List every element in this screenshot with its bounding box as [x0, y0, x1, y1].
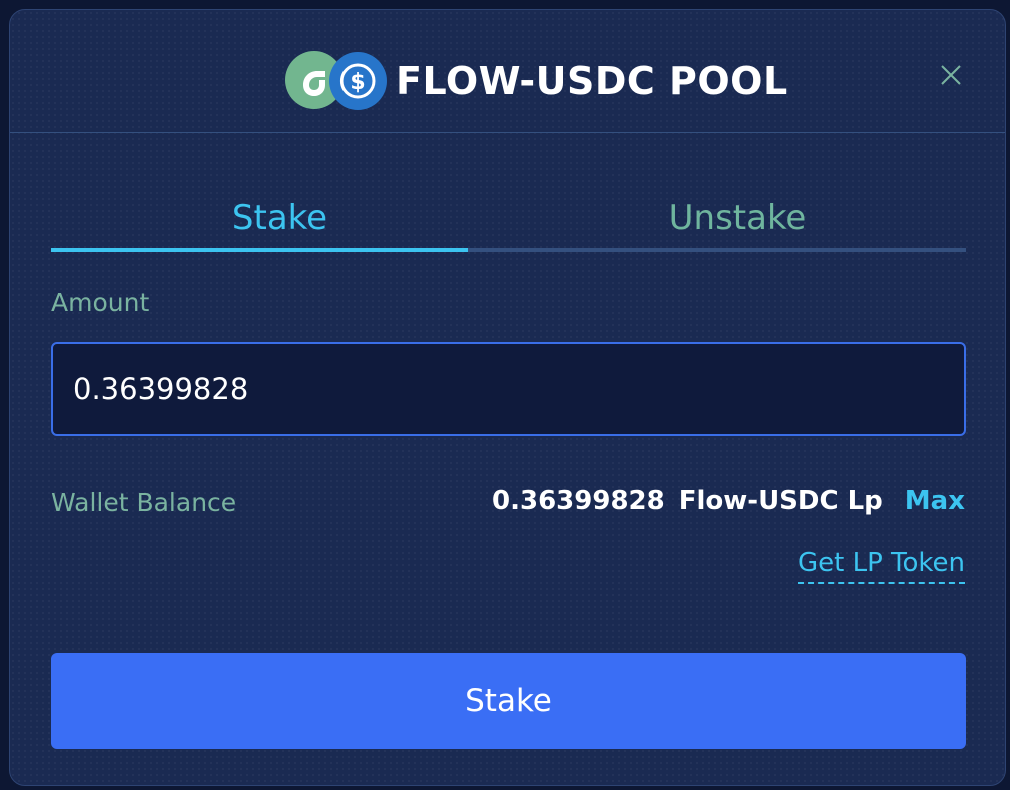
- tab-stake[interactable]: Stake: [51, 188, 508, 248]
- stake-modal: $ FLOW-USDC POOL Stake Unstake Amount Wa…: [9, 9, 1006, 786]
- wallet-balance-row: 0.36399828 Flow-USDC Lp Max: [492, 486, 965, 516]
- usdc-logo: $: [329, 52, 387, 110]
- amount-label: Amount: [51, 288, 150, 317]
- amount-input[interactable]: [51, 342, 966, 436]
- stake-button[interactable]: Stake: [51, 653, 966, 749]
- modal-header: $ FLOW-USDC POOL: [10, 10, 1005, 133]
- wallet-balance-value: 0.36399828: [492, 486, 665, 516]
- svg-text:$: $: [350, 70, 365, 95]
- get-lp-token-link[interactable]: Get LP Token: [797, 548, 965, 584]
- wallet-balance-label: Wallet Balance: [51, 488, 237, 517]
- close-icon[interactable]: [938, 62, 964, 88]
- wallet-balance-unit: Flow-USDC Lp: [678, 486, 883, 516]
- stake-tabs: Stake Unstake: [51, 188, 966, 252]
- active-tab-indicator: [51, 248, 468, 252]
- tab-unstake[interactable]: Unstake: [509, 188, 966, 248]
- pool-title-wrap: $ FLOW-USDC POOL: [285, 51, 788, 111]
- token-pair-logos: $: [285, 51, 390, 111]
- max-button[interactable]: Max: [905, 486, 965, 516]
- pool-title: FLOW-USDC POOL: [396, 59, 788, 103]
